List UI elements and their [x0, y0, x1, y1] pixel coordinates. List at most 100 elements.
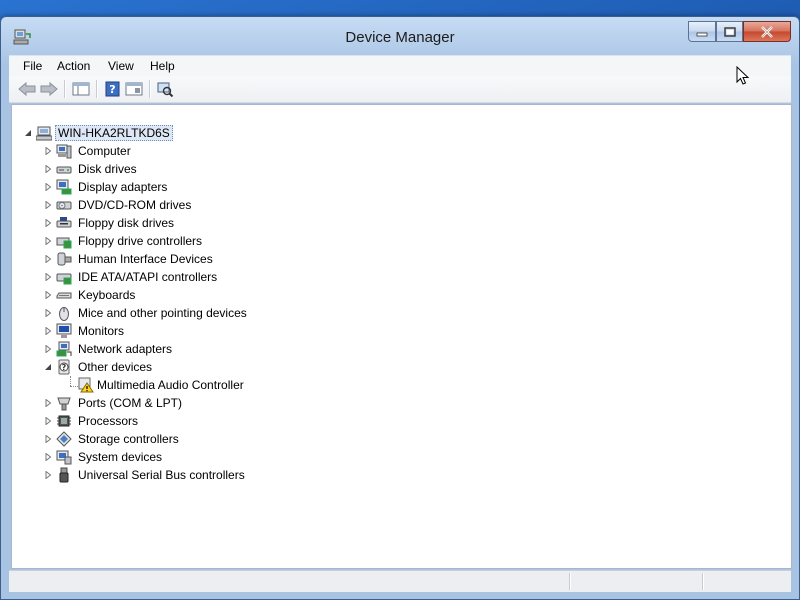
hid-icon [57, 252, 72, 266]
expand-arrow-icon[interactable] [44, 183, 52, 191]
device-manager-window: Device Manager File Action View Help ? W… [0, 16, 800, 600]
maximize-button[interactable] [716, 21, 743, 42]
expand-arrow-icon[interactable] [44, 399, 52, 407]
tree-item-label: Computer [78, 144, 131, 158]
tree-category-storage-controllers[interactable]: Storage controllers [44, 430, 344, 448]
warning-device-icon [78, 377, 94, 393]
svg-text:?: ? [62, 363, 67, 372]
tree-category-display-adapters[interactable]: Display adapters [44, 178, 344, 196]
scan-hardware-button[interactable] [155, 79, 175, 99]
floppy-controller-icon [56, 237, 72, 249]
tree-item-label: Monitors [78, 324, 125, 338]
expand-arrow-icon[interactable] [44, 327, 52, 335]
expand-arrow-icon[interactable] [44, 417, 52, 425]
tree-category-ports-com-lpt[interactable]: Ports (COM & LPT) [44, 394, 344, 412]
expand-arrow-icon[interactable] [44, 471, 52, 479]
status-bar [9, 570, 791, 592]
expand-arrow-icon[interactable] [44, 255, 52, 263]
expand-arrow-icon[interactable] [44, 453, 52, 461]
tree-category-other-devices[interactable]: ? Other devices [44, 358, 344, 376]
tree-item-label: Floppy drive controllers [78, 234, 203, 248]
menu-file[interactable]: File [23, 59, 42, 73]
close-button[interactable] [743, 21, 791, 42]
tree-item-label: Disk drives [78, 162, 137, 176]
help-button[interactable]: ? [103, 79, 123, 99]
tree-device-multimedia-audio-controller[interactable]: Multimedia Audio Controller [78, 376, 378, 394]
tree-category-system-devices[interactable]: System devices [44, 448, 344, 466]
tree-item-label: System devices [78, 450, 163, 464]
device-tree[interactable]: WIN-HKA2RLTKD6S Computer Disk drives Displ… [11, 104, 792, 569]
network-adapter-icon [56, 341, 72, 357]
expand-arrow-icon[interactable] [44, 147, 52, 155]
expand-arrow-icon[interactable] [44, 219, 52, 227]
properties-button[interactable] [124, 79, 144, 99]
tree-item-label: Network adapters [78, 342, 173, 356]
tree-root-label: WIN-HKA2RLTKD6S [55, 125, 173, 141]
expand-arrow-icon[interactable] [44, 345, 52, 353]
svg-text:?: ? [109, 83, 115, 96]
processor-icon [57, 415, 71, 427]
tree-item-label: Universal Serial Bus controllers [78, 468, 245, 482]
tree-category-keyboards[interactable]: Keyboards [44, 286, 344, 304]
show-hide-console-tree-icon [72, 82, 90, 96]
toolbar: ? [9, 76, 791, 103]
toolbar-separator [149, 80, 151, 98]
tree-root-node[interactable]: WIN-HKA2RLTKD6S [24, 124, 224, 142]
tree-category-mice-and-other-pointing-devices[interactable]: Mice and other pointing devices [44, 304, 344, 322]
show-hide-console-tree-button[interactable] [71, 79, 91, 99]
other-devices-icon: ? [58, 359, 70, 375]
tree-item-label: Display adapters [78, 180, 168, 194]
tree-category-disk-drives[interactable]: Disk drives [44, 160, 344, 178]
menu-action[interactable]: Action [57, 59, 90, 73]
tree-item-label: Mice and other pointing devices [78, 306, 247, 320]
tree-category-computer[interactable]: Computer [44, 142, 344, 160]
ide-controller-icon [56, 273, 72, 285]
tree-category-floppy-disk-drives[interactable]: Floppy disk drives [44, 214, 344, 232]
expand-arrow-icon[interactable] [44, 237, 52, 245]
title-bar[interactable]: Device Manager [1, 17, 799, 53]
tree-category-dvd-cd-rom-drives[interactable]: DVD/CD-ROM drives [44, 196, 344, 214]
tree-category-ide-ata-atapi-controllers[interactable]: IDE ATA/ATAPI controllers [44, 268, 344, 286]
monitor-icon [56, 323, 72, 338]
forward-button[interactable] [39, 79, 59, 99]
expand-arrow-icon[interactable] [44, 201, 52, 209]
maximize-icon [723, 26, 736, 37]
toolbar-separator [64, 80, 66, 98]
collapse-arrow-icon[interactable] [44, 363, 52, 371]
mouse-cursor-icon [736, 66, 750, 85]
forward-icon [40, 82, 58, 96]
menu-bar: File Action View Help [9, 55, 791, 76]
menu-view[interactable]: View [108, 59, 134, 73]
tree-category-universal-serial-bus-controllers[interactable]: Universal Serial Bus controllers [44, 466, 344, 484]
menu-help[interactable]: Help [150, 59, 175, 73]
display-adapter-icon [56, 179, 72, 195]
caption-buttons [688, 21, 791, 43]
expand-arrow-icon[interactable] [44, 273, 52, 281]
minimize-button[interactable] [688, 21, 716, 42]
tree-category-network-adapters[interactable]: Network adapters [44, 340, 344, 358]
disk-drive-icon [56, 166, 72, 174]
tree-item-label: Storage controllers [78, 432, 179, 446]
system-devices-icon [56, 450, 72, 465]
usb-icon [59, 467, 69, 483]
toolbar-separator [96, 80, 98, 98]
collapse-arrow-icon [25, 130, 31, 136]
computer-root-icon [36, 126, 52, 141]
expand-arrow-icon[interactable] [44, 291, 52, 299]
tree-category-monitors[interactable]: Monitors [44, 322, 344, 340]
expand-arrow-icon[interactable] [44, 165, 52, 173]
tree-connector [70, 376, 71, 386]
expand-arrow-icon[interactable] [44, 435, 52, 443]
port-icon [57, 397, 71, 411]
back-button[interactable] [17, 79, 37, 99]
expand-arrow-icon[interactable] [44, 309, 52, 317]
dvd-drive-icon [56, 201, 72, 210]
tree-category-processors[interactable]: Processors [44, 412, 344, 430]
status-separator [569, 573, 571, 590]
tree-item-label: Multimedia Audio Controller [97, 378, 244, 392]
tree-category-floppy-drive-controllers[interactable]: Floppy drive controllers [44, 232, 344, 250]
tree-category-human-interface-devices[interactable]: Human Interface Devices [44, 250, 344, 268]
tree-item-label: Floppy disk drives [78, 216, 175, 230]
help-icon: ? [105, 81, 120, 97]
minimize-icon [696, 32, 708, 36]
